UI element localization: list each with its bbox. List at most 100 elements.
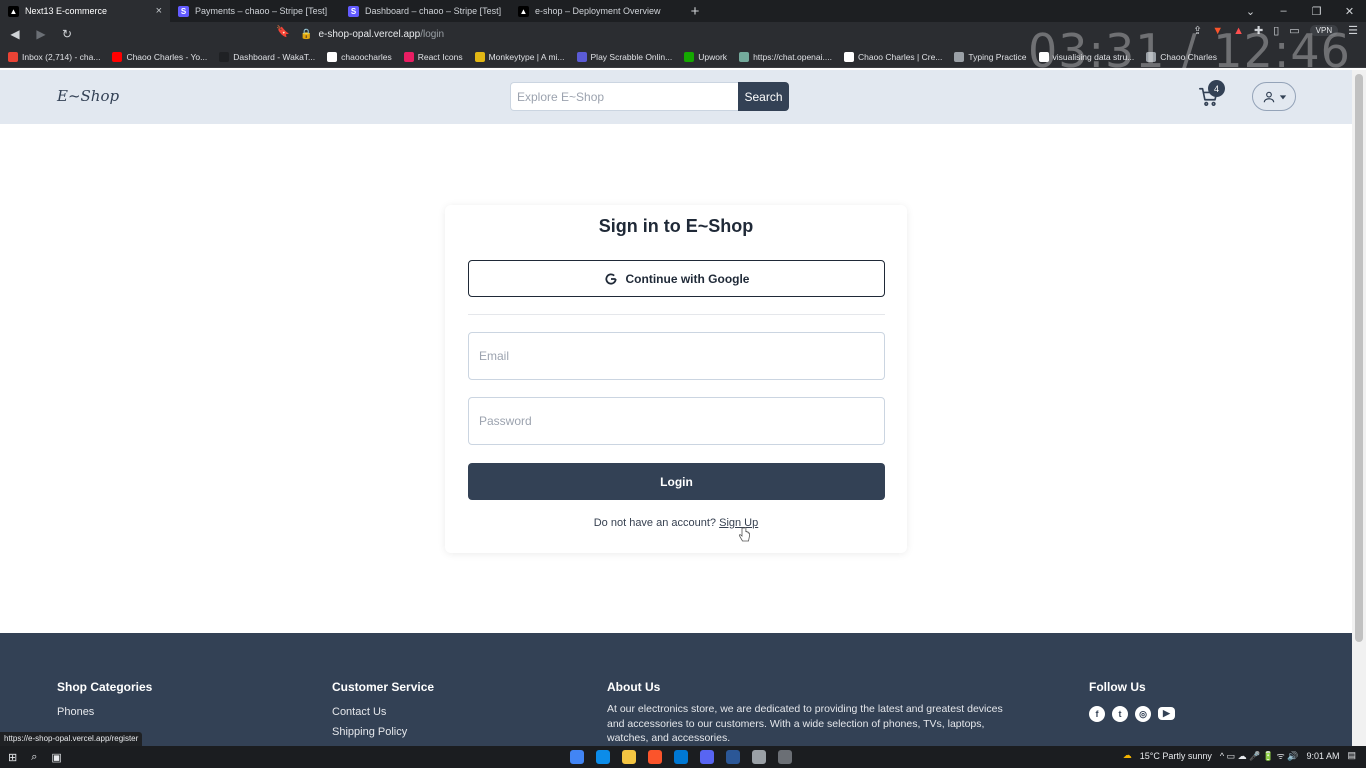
settings-icon[interactable] bbox=[752, 750, 766, 764]
bookmark-label: React Icons bbox=[417, 51, 463, 62]
task-view-icon[interactable]: ▣ bbox=[51, 751, 61, 764]
login-button[interactable]: Login bbox=[468, 463, 885, 500]
youtube-icon[interactable]: ▶ bbox=[1158, 707, 1175, 720]
tab-title: Payments – chaoo – Stripe [Test] bbox=[195, 6, 328, 16]
google-button-label: Continue with Google bbox=[625, 271, 750, 286]
bookmark-item[interactable]: Typing Practice bbox=[954, 51, 1027, 62]
bookmark-label: Dashboard - WakaT... bbox=[233, 51, 316, 62]
bookmark-favicon-icon bbox=[474, 51, 485, 62]
tray-icons[interactable]: ^ ▭ ☁ 🎤 🔋 ᯤ 🔊 bbox=[1220, 749, 1299, 762]
login-card: Sign in to E~Shop Continue with Google L… bbox=[445, 205, 907, 553]
footer-link-phones[interactable]: Phones bbox=[57, 706, 152, 718]
footer-follow-us: Follow Us f t ◎ ▶ bbox=[1089, 680, 1175, 722]
password-field[interactable] bbox=[468, 397, 885, 445]
search-icon[interactable]: ⌕ bbox=[31, 751, 37, 764]
bookmark-label: Chaoo Charles - Yo... bbox=[126, 51, 208, 62]
page-title: Sign in to E~Shop bbox=[598, 216, 754, 236]
bookmark-favicon-icon bbox=[739, 51, 750, 62]
bookmark-item[interactable]: Chaoo Charles - Yo... bbox=[112, 51, 208, 62]
footer-link-shipping-policy[interactable]: Shipping Policy bbox=[332, 726, 434, 738]
minimize-icon[interactable]: – bbox=[1267, 0, 1300, 22]
email-field[interactable] bbox=[468, 332, 885, 380]
app-icon[interactable] bbox=[726, 750, 740, 764]
close-tab-icon[interactable]: × bbox=[156, 5, 162, 17]
chrome-icon[interactable] bbox=[570, 750, 584, 764]
site-logo[interactable]: E~Shop bbox=[57, 87, 119, 105]
close-window-icon[interactable]: ✕ bbox=[1333, 0, 1366, 22]
footer-heading: Customer Service bbox=[332, 680, 435, 694]
bookmark-item[interactable]: https://chat.openai.... bbox=[739, 51, 832, 62]
vercel-icon: ▲ bbox=[518, 5, 529, 17]
bookmark-favicon-icon bbox=[112, 51, 123, 62]
weather-text[interactable]: 15°C Partly sunny bbox=[1140, 751, 1212, 761]
back-icon[interactable]: ◀ bbox=[4, 23, 26, 45]
footer-heading: About Us bbox=[607, 680, 661, 694]
clock-icon[interactable] bbox=[778, 750, 792, 764]
bookmark-favicon-icon bbox=[954, 51, 965, 62]
browser-tab-next13-ecommerce[interactable]: ▲ Next13 E-commerce × bbox=[0, 0, 170, 22]
bookmark-favicon-icon bbox=[403, 51, 414, 62]
bookmark-item[interactable]: Chaoo Charles | Cre... bbox=[843, 51, 943, 62]
stripe-icon: S bbox=[348, 5, 359, 17]
bookmark-item[interactable]: Monkeytype | A mi... bbox=[474, 51, 565, 62]
twitter-icon[interactable]: t bbox=[1112, 706, 1128, 722]
bookmark-favicon-icon bbox=[684, 51, 695, 62]
browser-tab-stripe-dashboard[interactable]: S Dashboard – chaoo – Stripe [Test] bbox=[340, 0, 510, 22]
footer-shop-categories: Shop Categories Phones bbox=[57, 680, 152, 726]
tab-list-icon[interactable]: ⌄ bbox=[1234, 0, 1267, 22]
url-host: e-shop-opal.vercel.app bbox=[318, 28, 421, 40]
bookmark-item[interactable]: Inbox (2,714) - cha... bbox=[8, 51, 100, 62]
bookmark-label: Chaoo Charles | Cre... bbox=[857, 51, 943, 62]
scrollbar-thumb[interactable] bbox=[1355, 74, 1363, 642]
bookmark-item[interactable]: Dashboard - WakaT... bbox=[219, 51, 316, 62]
link-status-url: https://e-shop-opal.vercel.app/register bbox=[0, 732, 143, 746]
search-input[interactable] bbox=[510, 82, 738, 111]
facebook-icon[interactable]: f bbox=[1089, 706, 1105, 722]
vscode-icon[interactable] bbox=[674, 750, 688, 764]
taskbar-apps bbox=[570, 750, 792, 764]
reload-icon[interactable]: ↻ bbox=[56, 23, 78, 45]
bookmark-item[interactable]: Play Scrabble Onlin... bbox=[576, 51, 672, 62]
tab-title: Next13 E-commerce bbox=[25, 6, 108, 16]
browser-tab-deployment-overview[interactable]: ▲ e-shop – Deployment Overview bbox=[510, 0, 680, 22]
bookmark-label: Monkeytype | A mi... bbox=[488, 51, 565, 62]
footer-link-contact-us[interactable]: Contact Us bbox=[332, 706, 434, 718]
bookmark-icon[interactable]: 🔖 bbox=[276, 25, 290, 38]
about-text: At our electronics store, we are dedicat… bbox=[607, 703, 1003, 744]
tab-title: e-shop – Deployment Overview bbox=[535, 6, 661, 16]
instagram-icon[interactable]: ◎ bbox=[1135, 706, 1151, 722]
bookmark-favicon-icon bbox=[8, 51, 18, 62]
weather-icon: ☁ bbox=[1122, 750, 1132, 760]
restore-icon[interactable]: ❐ bbox=[1300, 0, 1333, 22]
no-account-text: Do not have an account? bbox=[593, 517, 717, 529]
footer-about-us: About Us At our electronics store, we ar… bbox=[607, 680, 1007, 746]
search-button[interactable]: Search bbox=[738, 82, 789, 111]
search-bar: Search bbox=[510, 82, 789, 111]
brave-icon[interactable] bbox=[648, 750, 662, 764]
bookmark-label: chaoocharles bbox=[341, 51, 392, 62]
caret-down-icon bbox=[1279, 94, 1286, 99]
clock-time[interactable]: 9:01 AM bbox=[1306, 751, 1339, 761]
hand-cursor-icon bbox=[738, 527, 750, 542]
forward-icon[interactable]: ▶ bbox=[30, 23, 52, 45]
social-links: f t ◎ ▶ bbox=[1089, 706, 1175, 722]
bookmark-item[interactable]: React Icons bbox=[403, 51, 463, 62]
google-icon bbox=[605, 272, 617, 285]
file-explorer-icon[interactable] bbox=[622, 750, 636, 764]
windows-start-icon[interactable]: ⊞ bbox=[8, 751, 17, 764]
new-tab-button[interactable]: + bbox=[680, 0, 710, 22]
address-bar[interactable]: 🔒 e-shop-opal.vercel.app/login bbox=[300, 24, 1020, 44]
bookmark-favicon-icon bbox=[327, 51, 338, 62]
bookmark-label: https://chat.openai.... bbox=[753, 51, 832, 62]
window-controls: ⌄ – ❐ ✕ bbox=[1234, 0, 1366, 22]
bookmark-item[interactable]: chaoocharles bbox=[327, 51, 392, 62]
page-scrollbar[interactable] bbox=[1352, 70, 1366, 746]
edge-icon[interactable] bbox=[596, 750, 610, 764]
browser-tab-stripe-payments[interactable]: S Payments – chaoo – Stripe [Test] bbox=[170, 0, 340, 22]
discord-icon[interactable] bbox=[700, 750, 714, 764]
notifications-icon[interactable]: ▤ bbox=[1347, 750, 1356, 761]
cart-count-badge: 4 bbox=[1208, 80, 1225, 97]
user-menu-button[interactable] bbox=[1252, 82, 1296, 111]
bookmark-item[interactable]: Upwork bbox=[684, 51, 727, 62]
continue-with-google-button[interactable]: Continue with Google bbox=[468, 260, 885, 297]
